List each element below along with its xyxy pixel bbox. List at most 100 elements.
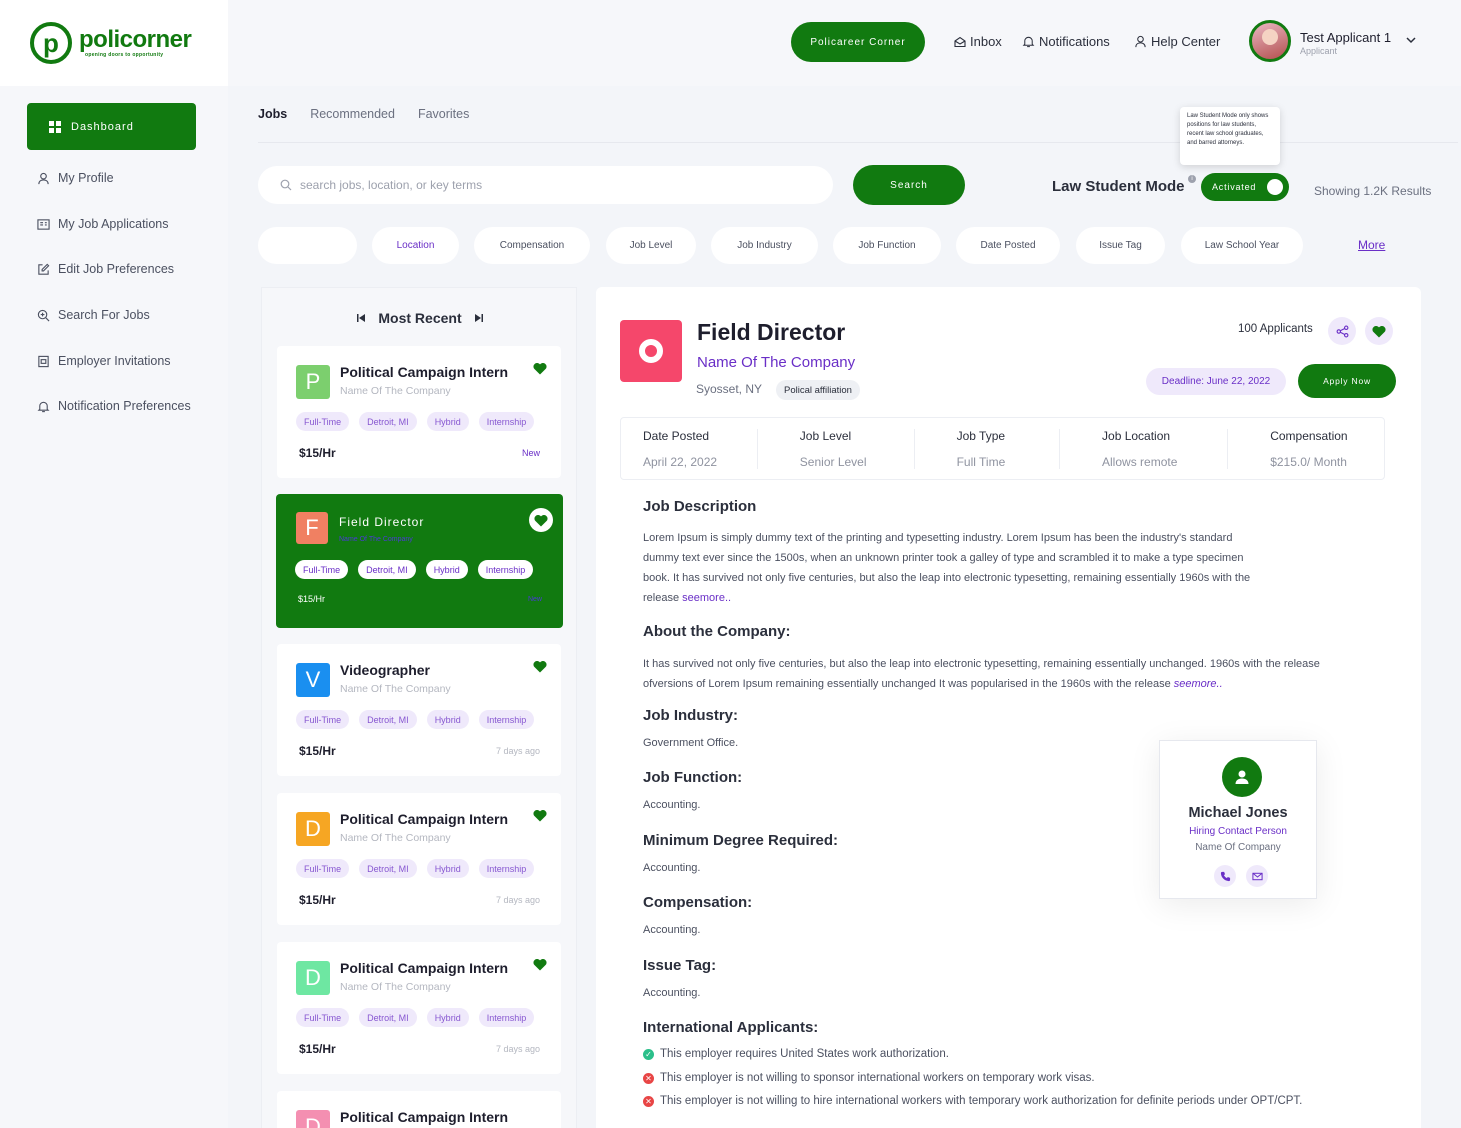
- posted-time: 7 days ago: [495, 746, 540, 756]
- section-value: Government Office.: [643, 737, 739, 749]
- sidebar-item-label: My Profile: [58, 171, 114, 185]
- sidebar-item-my-profile[interactable]: My Profile: [36, 168, 114, 188]
- tag: Hybrid: [426, 710, 469, 729]
- share-icon[interactable]: [1328, 317, 1356, 345]
- heart-icon[interactable]: [533, 660, 547, 678]
- job-card-selected[interactable]: F Field Director Name Of The Company Ful…: [276, 494, 563, 628]
- company-name[interactable]: Name Of The Company: [697, 354, 855, 371]
- inbox-link[interactable]: Inbox: [954, 34, 1002, 49]
- company-name: Name Of The Company: [340, 683, 451, 695]
- filter-compensation[interactable]: Compensation: [474, 227, 590, 264]
- heart-icon[interactable]: [1365, 317, 1393, 345]
- stat-job-type: Job Type Full Time: [915, 428, 1061, 469]
- filter-location[interactable]: Location: [372, 227, 459, 264]
- toggle-knob: [1267, 179, 1283, 195]
- company-logo: D: [296, 961, 330, 995]
- tab-recommended[interactable]: Recommended: [310, 107, 395, 121]
- see-more-link[interactable]: seemore..: [682, 592, 731, 604]
- avatar[interactable]: [1249, 20, 1291, 62]
- job-card[interactable]: D Political Campaign Intern: [277, 1091, 561, 1128]
- sort-label[interactable]: Most Recent: [378, 310, 461, 326]
- sidebar-item-employer-invitations[interactable]: Employer Invitations: [36, 351, 171, 371]
- sidebar-item-label: Employer Invitations: [58, 354, 171, 368]
- last-page-icon[interactable]: [474, 310, 484, 326]
- list-sort: Most Recent: [262, 310, 576, 326]
- sidebar-item-dashboard[interactable]: Dashboard: [27, 103, 196, 150]
- mail-icon[interactable]: [1246, 865, 1268, 887]
- tag: Detroit, MI: [359, 859, 417, 878]
- filter-date-posted[interactable]: Date Posted: [956, 227, 1060, 264]
- search-button[interactable]: Search: [853, 165, 965, 205]
- text-line: dummy text ever since the 1500s, when an…: [643, 552, 1244, 564]
- sidebar-item-label: Search For Jobs: [58, 308, 150, 322]
- section-value: Accounting.: [643, 862, 701, 874]
- job-title: Field Director: [339, 515, 425, 529]
- notifications-link[interactable]: Notifications: [1022, 34, 1110, 49]
- info-icon[interactable]: i: [1188, 175, 1196, 183]
- deadline-badge: Deadline: June 22, 2022: [1146, 368, 1286, 395]
- user-name: Test Applicant 1: [1300, 30, 1392, 45]
- see-more-link[interactable]: seemore..: [1174, 678, 1223, 690]
- sidebar-item-job-applications[interactable]: My Job Applications: [36, 214, 168, 234]
- applicants-count: 100 Applicants: [1238, 323, 1313, 335]
- job-card[interactable]: D Political Campaign Intern Name Of The …: [277, 793, 561, 925]
- job-detail: Field Director Name Of The Company Syoss…: [596, 287, 1421, 1128]
- heart-icon[interactable]: [529, 508, 553, 532]
- tab-jobs[interactable]: Jobs: [258, 107, 287, 121]
- first-page-icon[interactable]: [356, 310, 366, 326]
- search-placeholder: search jobs, location, or key terms: [300, 178, 483, 192]
- text-line: ofversions of Lorem Ipsum remaining esse…: [643, 678, 1174, 690]
- user-icon: [1222, 757, 1262, 797]
- filter-job-function[interactable]: Job Function: [833, 227, 941, 264]
- company-logo: D: [296, 1110, 330, 1128]
- search-input[interactable]: search jobs, location, or key terms: [258, 166, 833, 204]
- logo-tagline: opening doors to opportunity: [85, 52, 164, 58]
- tab-favorites[interactable]: Favorites: [418, 107, 469, 121]
- job-location: Syosset, NY: [696, 382, 763, 396]
- section-value: Accounting.: [643, 924, 701, 936]
- search-icon: [280, 179, 292, 191]
- sidebar-item-search-jobs[interactable]: Search For Jobs: [36, 305, 150, 325]
- job-price: $15/Hr: [299, 744, 336, 758]
- contact-name: Michael Jones: [1188, 805, 1288, 821]
- company-name: Name Of The Company: [340, 981, 451, 993]
- job-title: Field Director: [697, 319, 846, 345]
- phone-icon[interactable]: [1214, 865, 1236, 887]
- law-mode-toggle[interactable]: Activated: [1201, 173, 1289, 201]
- chevron-down-icon[interactable]: [1405, 33, 1417, 51]
- stat-value: April 22, 2022: [643, 454, 718, 469]
- apply-now-button[interactable]: Apply Now: [1298, 364, 1396, 398]
- policareer-corner-button[interactable]: Policareer Corner: [791, 22, 925, 62]
- user-icon: [36, 171, 50, 185]
- heart-icon[interactable]: [533, 362, 547, 380]
- job-card[interactable]: V Videographer Name Of The Company Full-…: [277, 644, 561, 776]
- tag: Hybrid: [426, 1008, 469, 1027]
- company-logo: D: [296, 812, 330, 846]
- job-card[interactable]: P Political Campaign Intern Name Of The …: [277, 346, 561, 478]
- company-logo: [620, 320, 682, 382]
- job-title: Political Campaign Intern: [340, 960, 509, 976]
- sidebar-item-notification-preferences[interactable]: Notification Preferences: [36, 396, 191, 416]
- filter-issue-tag[interactable]: Issue Tag: [1076, 227, 1165, 264]
- stat-key: Job Type: [956, 428, 1006, 443]
- section-heading: Issue Tag:: [643, 957, 717, 974]
- stat-key: Compensation: [1270, 428, 1348, 443]
- sidebar-item-edit-preferences[interactable]: Edit Job Preferences: [36, 259, 174, 279]
- intl-text: This employer is not willing to sponsor …: [660, 1072, 1095, 1084]
- tag: Full-Time: [296, 1008, 350, 1027]
- filter-job-level[interactable]: Job Level: [606, 227, 696, 264]
- notifications-label: Notifications: [1039, 34, 1110, 49]
- help-center-link[interactable]: Help Center: [1134, 34, 1220, 49]
- filter-job-industry[interactable]: Job Industry: [711, 227, 818, 264]
- logo[interactable]: p policorner opening doors to opportunit…: [0, 0, 228, 86]
- invitation-icon: [36, 354, 50, 368]
- text-line: book. It has survived not only five cent…: [643, 572, 1251, 584]
- filter-job-type[interactable]: Job Type: [258, 227, 357, 264]
- more-filters-link[interactable]: More: [1358, 238, 1385, 252]
- filter-law-school-year[interactable]: Law School Year: [1181, 227, 1303, 264]
- job-card[interactable]: D Political Campaign Intern Name Of The …: [277, 942, 561, 1074]
- job-title: Political Campaign Intern: [340, 1109, 509, 1125]
- heart-icon[interactable]: [533, 809, 547, 827]
- heart-icon[interactable]: [533, 958, 547, 976]
- toggle-label: Activated: [1212, 182, 1257, 192]
